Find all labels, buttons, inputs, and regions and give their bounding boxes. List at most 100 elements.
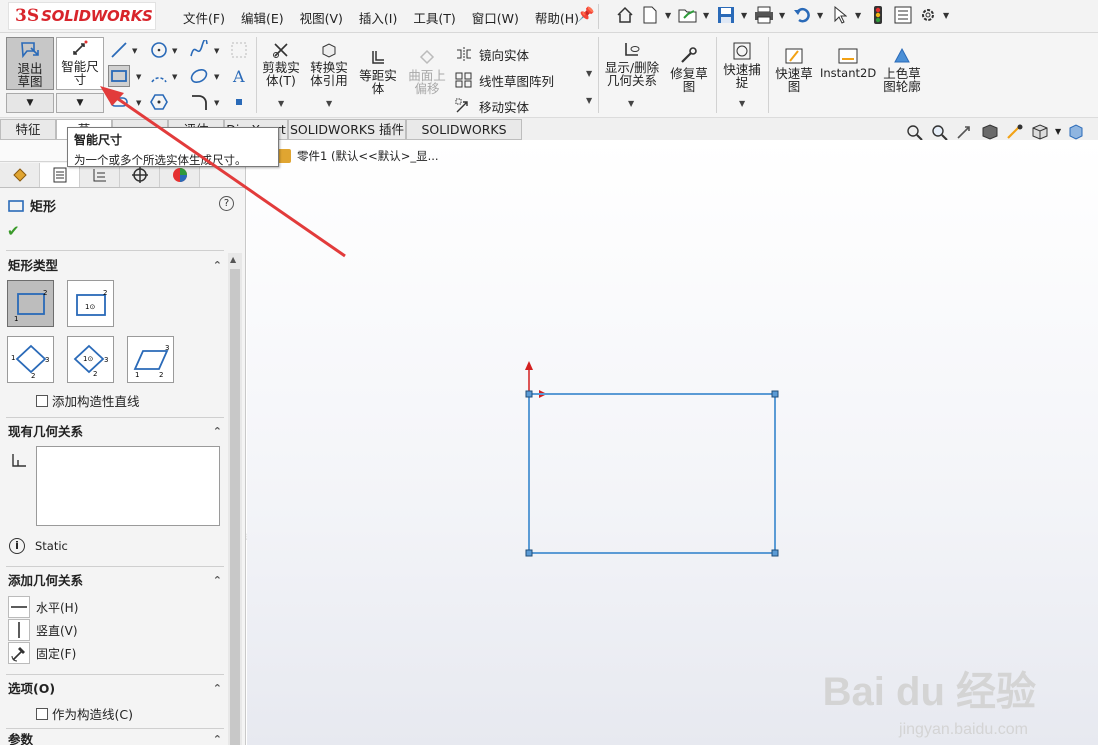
ellipse-icon[interactable] xyxy=(188,65,210,87)
arc-icon[interactable] xyxy=(148,65,170,87)
slot-icon[interactable] xyxy=(108,91,130,113)
tab-solidworks-mbd[interactable]: SOLIDWORKS MBD xyxy=(406,119,522,157)
display-style-icon[interactable] xyxy=(1066,123,1086,141)
as-construction-checkbox[interactable]: 作为构造线(C) xyxy=(36,704,133,723)
pin-icon[interactable]: 📌 xyxy=(577,7,594,23)
rectangle-type-header[interactable]: 矩形类型 ⌃ xyxy=(0,256,230,276)
scroll-up-icon[interactable]: ▲ xyxy=(230,255,236,264)
file-properties-icon[interactable] xyxy=(893,5,913,25)
rectangle-icon[interactable] xyxy=(108,65,130,87)
rectangle-corner-bottom-right[interactable] xyxy=(771,549,779,557)
trim-entities-button[interactable]: 剪裁实体(T) xyxy=(260,41,302,87)
three-point-corner-rectangle-option[interactable]: 1 3 2 xyxy=(7,336,54,383)
line-dropdown-icon[interactable]: ▼ xyxy=(132,47,137,55)
center-rectangle-option[interactable]: 1⊙ 2 xyxy=(67,280,114,327)
sketch-rectangle[interactable] xyxy=(528,393,776,554)
ellipse-dropdown-icon[interactable]: ▼ xyxy=(214,73,219,81)
home-icon[interactable] xyxy=(615,5,635,25)
move-entities-button[interactable]: 移动实体 xyxy=(455,93,554,119)
line-icon[interactable] xyxy=(108,39,130,61)
menu-help[interactable]: 帮助(H) xyxy=(535,8,579,27)
circle-icon[interactable] xyxy=(148,39,170,61)
feature-manager-tab[interactable] xyxy=(0,163,40,187)
quick-snap-dropdown-icon[interactable]: ▼ xyxy=(739,99,745,108)
open-dropdown-icon[interactable]: ▼ xyxy=(703,11,711,20)
print-dropdown-icon[interactable]: ▼ xyxy=(779,11,787,20)
circle-dropdown-icon[interactable]: ▼ xyxy=(172,47,177,55)
scrollbar-thumb[interactable] xyxy=(230,269,240,745)
save-dropdown-icon[interactable]: ▼ xyxy=(741,11,749,20)
menu-edit[interactable]: 编辑(E) xyxy=(241,8,284,27)
rebuild-traffic-light-icon[interactable] xyxy=(868,5,888,25)
menu-window[interactable]: 窗口(W) xyxy=(472,8,519,27)
fillet-icon[interactable] xyxy=(188,91,210,113)
convert-entities-button[interactable]: 转换实体引用 xyxy=(306,41,352,87)
parameters-header[interactable]: 参数 ⌃ xyxy=(0,732,230,745)
existing-relations-list[interactable] xyxy=(36,446,220,526)
zoom-to-area-icon[interactable] xyxy=(930,123,950,141)
tab-features[interactable]: 特征 xyxy=(0,119,56,140)
spline-dropdown-icon[interactable]: ▼ xyxy=(214,47,219,55)
select-dropdown-icon[interactable]: ▼ xyxy=(855,11,863,20)
dynamic-annotation-icon[interactable] xyxy=(1005,123,1025,141)
rectangle-dropdown-icon[interactable]: ▼ xyxy=(136,73,141,81)
point-grid-icon[interactable] xyxy=(228,39,250,61)
vertical-relation-button[interactable]: 竖直(V) xyxy=(8,619,78,641)
offset-entities-button[interactable]: 等距实体 xyxy=(356,49,400,95)
select-cursor-icon[interactable] xyxy=(830,5,850,25)
view-orientation-icon[interactable] xyxy=(1030,123,1050,141)
rectangle-corner-top-right[interactable] xyxy=(771,390,779,398)
spline-icon[interactable] xyxy=(188,39,210,61)
new-document-icon[interactable] xyxy=(640,5,660,25)
panel-scrollbar[interactable]: ▲ xyxy=(228,253,242,745)
sketch-canvas[interactable] xyxy=(247,140,1098,745)
polygon-icon[interactable] xyxy=(148,91,170,113)
open-folder-icon[interactable] xyxy=(678,5,698,25)
quick-snaps-button[interactable]: 快速捕捉 xyxy=(720,41,764,89)
arc-dropdown-icon[interactable]: ▼ xyxy=(172,73,177,81)
add-construction-lines-checkbox[interactable]: 添加构造性直线 xyxy=(36,391,140,410)
rectangle-corner-top-left[interactable] xyxy=(525,390,533,398)
view-orientation-dropdown-icon[interactable]: ▼ xyxy=(1055,123,1061,141)
previous-view-icon[interactable] xyxy=(955,123,975,141)
add-relations-header[interactable]: 添加几何关系 ⌃ xyxy=(0,571,230,591)
fillet-dropdown-icon[interactable]: ▼ xyxy=(214,99,219,107)
rectangle-corner-bottom-left[interactable] xyxy=(525,549,533,557)
menu-file[interactable]: 文件(F) xyxy=(183,8,225,27)
zoom-to-fit-icon[interactable] xyxy=(905,123,925,141)
pattern-dropdown-icon[interactable]: ▼ xyxy=(586,69,592,78)
fix-relation-button[interactable]: 固定(F) xyxy=(8,642,76,664)
smart-dimension-button[interactable]: 智能尺寸 xyxy=(56,37,104,90)
section-view-icon[interactable] xyxy=(980,123,1000,141)
offset-on-surface-button[interactable]: 曲面上偏移 xyxy=(404,49,450,95)
options-dropdown-icon[interactable]: ▼ xyxy=(943,11,951,20)
save-icon[interactable] xyxy=(716,5,736,25)
display-delete-relations-button[interactable]: 显示/删除几何关系 xyxy=(602,41,662,87)
trim-dropdown-icon[interactable]: ▼ xyxy=(278,99,284,108)
menu-insert[interactable]: 插入(I) xyxy=(359,8,397,27)
linear-pattern-button[interactable]: 线性草图阵列 xyxy=(455,67,554,93)
exit-sketch-button[interactable]: 退出草图 xyxy=(6,37,54,90)
options-header[interactable]: 选项(O) ⌃ xyxy=(0,679,230,699)
smart-dimension-dropdown[interactable]: ▼ xyxy=(56,93,104,113)
rapid-sketch-button[interactable]: 快速草图 xyxy=(772,47,816,93)
mirror-entities-button[interactable]: 镜向实体 xyxy=(455,41,554,67)
point-icon[interactable] xyxy=(228,91,250,113)
solidworks-logo[interactable]: 3S SOLIDWORKS xyxy=(8,2,156,30)
tab-solidworks-addins[interactable]: SOLIDWORKS 插件 xyxy=(288,119,406,140)
move-dropdown-icon[interactable]: ▼ xyxy=(586,96,592,105)
shaded-sketch-contours-button[interactable]: 上色草图轮廓 xyxy=(878,47,926,93)
undo-icon[interactable] xyxy=(792,5,812,25)
new-dropdown-icon[interactable]: ▼ xyxy=(665,11,673,20)
menu-tools[interactable]: 工具(T) xyxy=(413,8,455,27)
help-icon[interactable]: ? xyxy=(219,196,234,211)
print-icon[interactable] xyxy=(754,5,774,25)
horizontal-relation-button[interactable]: 水平(H) xyxy=(8,596,78,618)
corner-rectangle-option[interactable]: 21 xyxy=(7,280,54,327)
parallelogram-option[interactable]: 3 1 2 xyxy=(127,336,174,383)
undo-dropdown-icon[interactable]: ▼ xyxy=(817,11,825,20)
graphics-area[interactable]: 零件1 (默认<<默认>_显... Bai du 经验 jingyan.baid… xyxy=(247,140,1098,745)
repair-sketch-button[interactable]: 修复草图 xyxy=(666,47,712,93)
menu-view[interactable]: 视图(V) xyxy=(300,8,343,27)
slot-dropdown-icon[interactable]: ▼ xyxy=(136,99,141,107)
